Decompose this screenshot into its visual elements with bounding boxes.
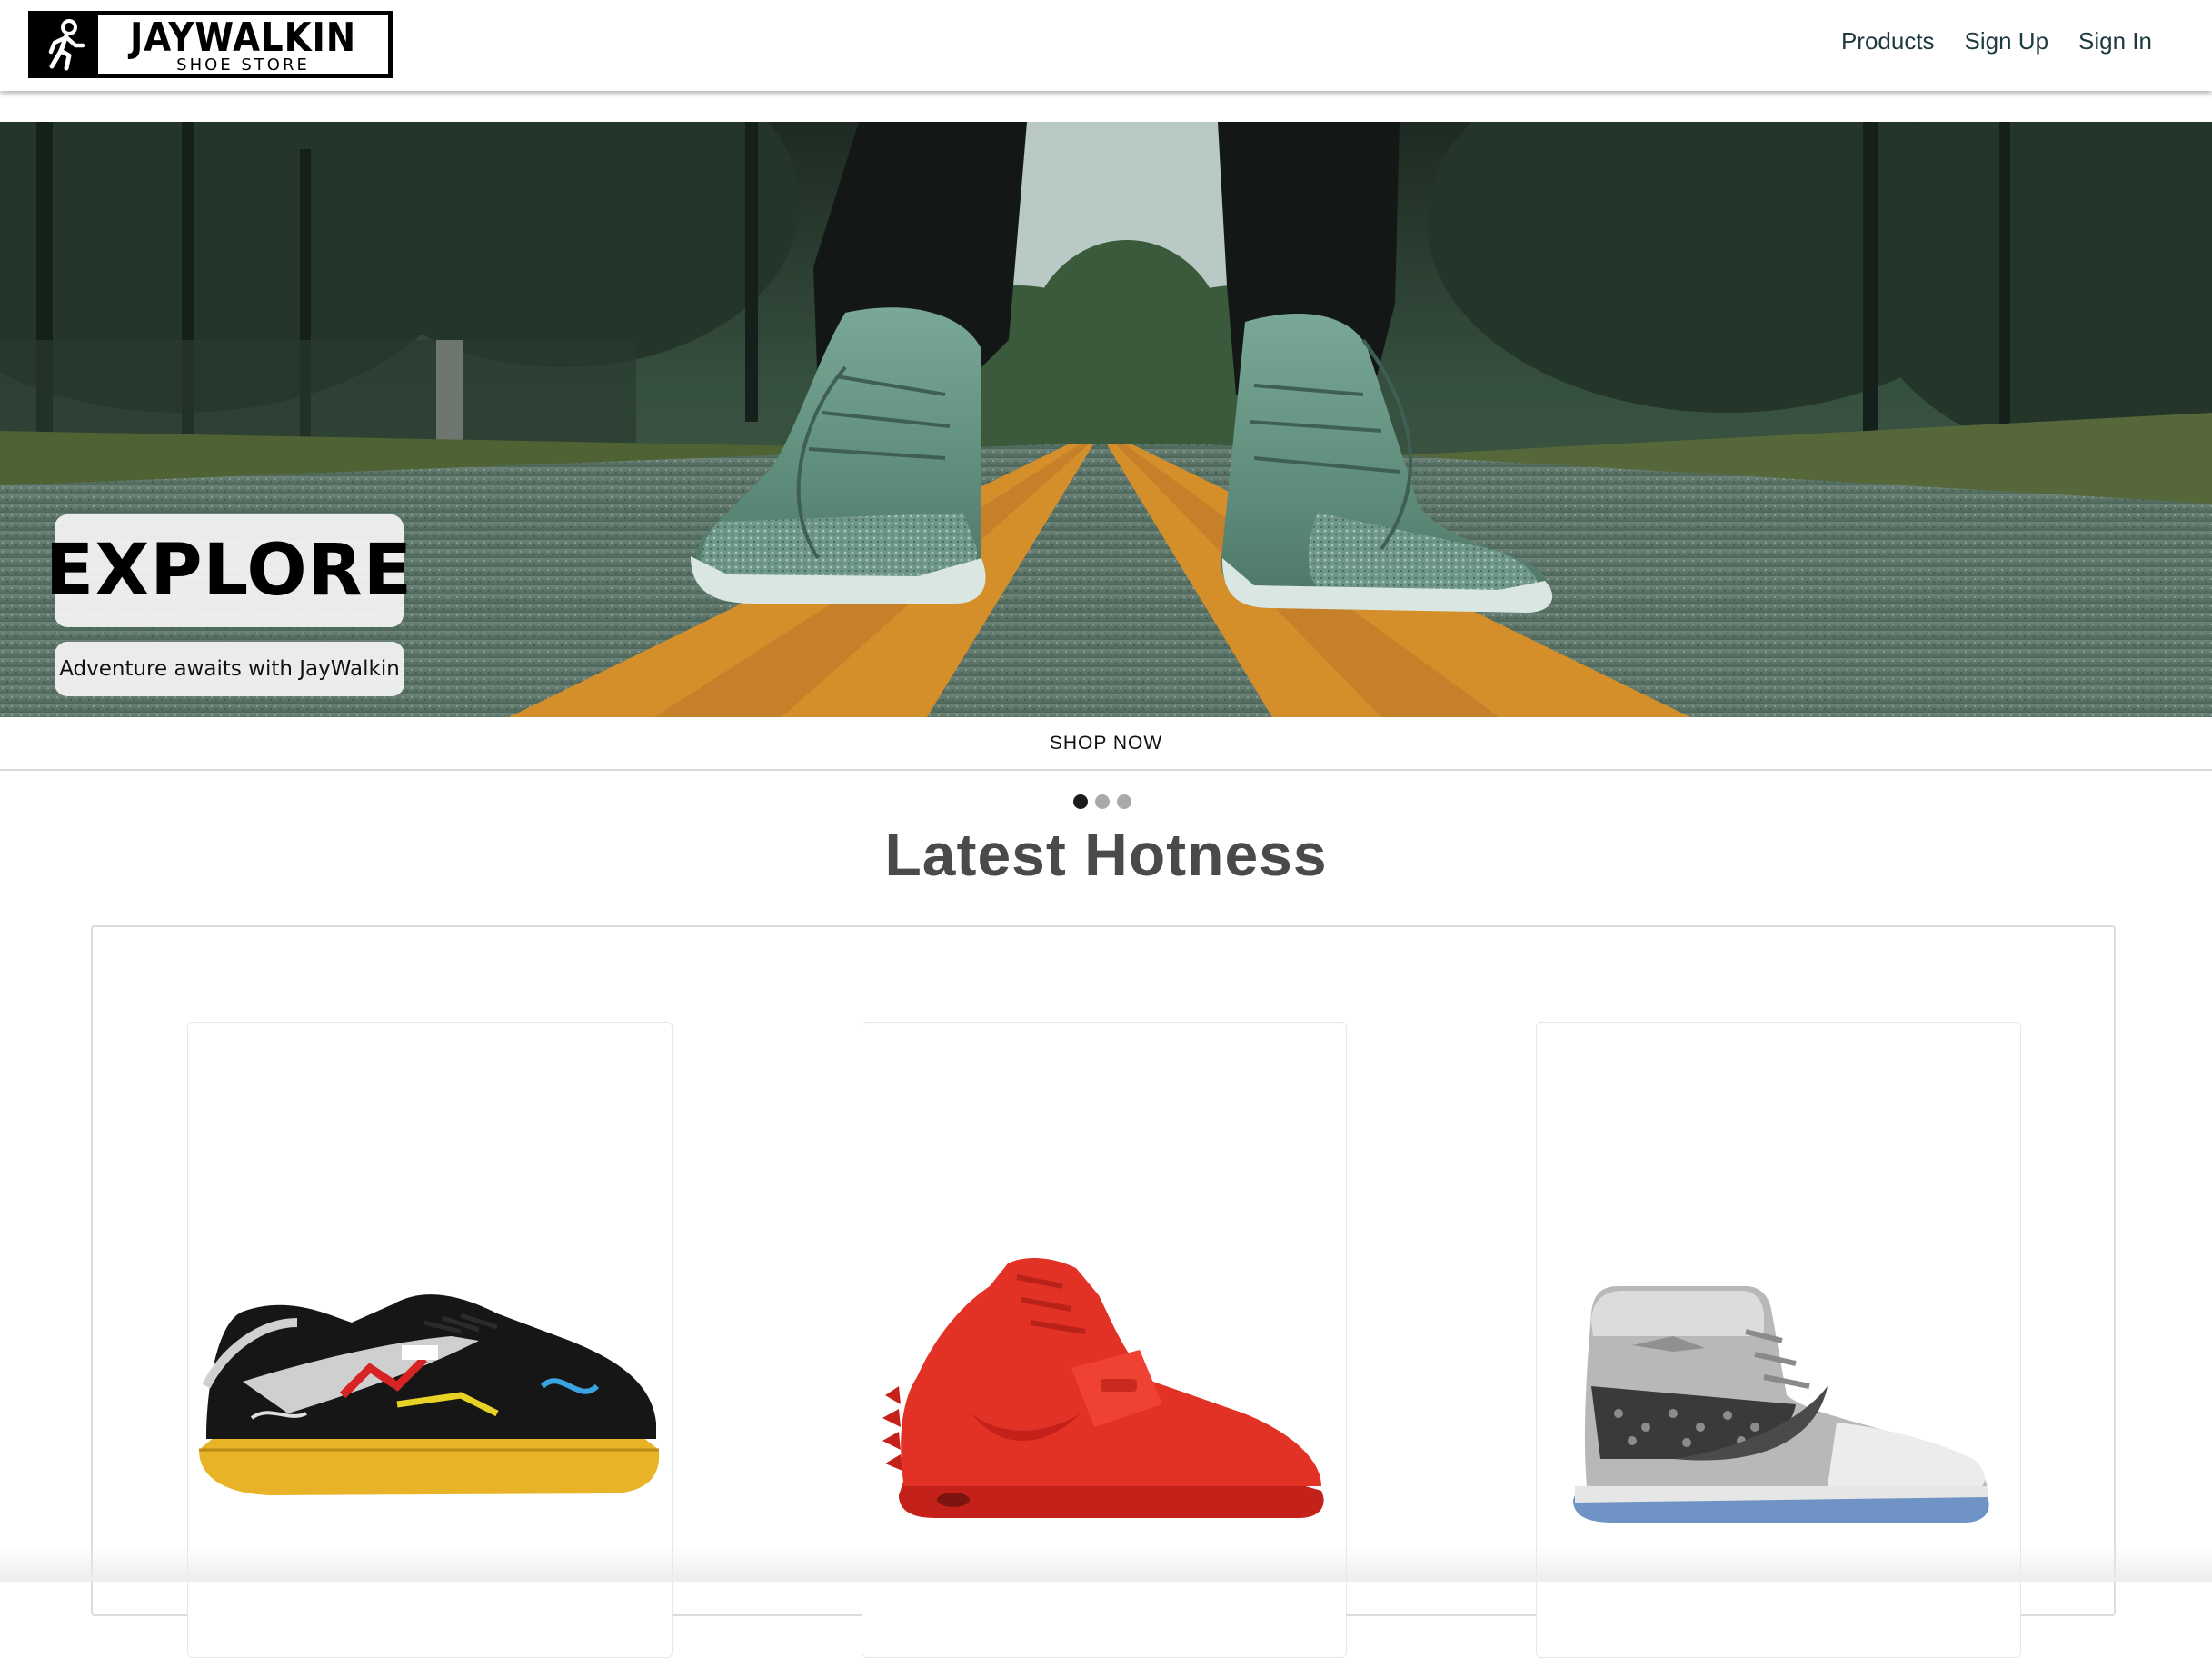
carousel-indicators xyxy=(1073,794,1131,809)
latest-products-panel xyxy=(91,925,2116,1658)
hero-carousel[interactable]: EXPLORE Adventure awaits with JayWalkin xyxy=(0,122,2212,717)
carousel-dot-2[interactable] xyxy=(1095,794,1110,809)
section-title: Latest Hotness xyxy=(884,821,1328,888)
top-navbar: JAYWALKIN SHOE STORE Products Sign Up Si… xyxy=(0,0,2212,91)
hero-subtitle: Adventure awaits with JayWalkin xyxy=(59,657,400,681)
nav-link-sign-up[interactable]: Sign Up xyxy=(1965,27,2049,55)
carousel-dot-1[interactable] xyxy=(1073,794,1088,809)
nav-link-products[interactable]: Products xyxy=(1841,27,1935,55)
brand-name: JAYWALKIN xyxy=(129,14,357,61)
shop-now-button[interactable]: SHOP NOW xyxy=(0,717,2212,771)
shop-now-label: SHOP NOW xyxy=(1049,732,1163,754)
page-bottom-shadow xyxy=(0,1545,2212,1582)
carousel-dot-3[interactable] xyxy=(1117,794,1131,809)
hero-title-box: EXPLORE xyxy=(45,514,412,627)
hero-image xyxy=(0,122,2212,717)
hero-subtitle-box: Adventure awaits with JayWalkin xyxy=(55,642,404,696)
nav-link-sign-in[interactable]: Sign In xyxy=(2078,27,2152,55)
hero-title: EXPLORE xyxy=(45,530,414,612)
nav-links: Products Sign Up Sign In xyxy=(1841,27,2152,55)
brand-logo[interactable]: JAYWALKIN SHOE STORE xyxy=(28,11,393,78)
walking-person-icon xyxy=(33,15,98,74)
